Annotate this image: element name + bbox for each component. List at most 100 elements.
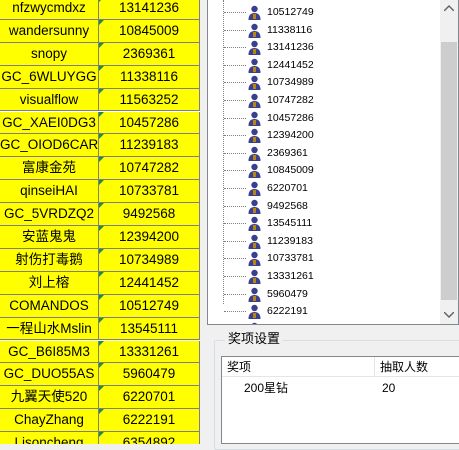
id-cell[interactable]: 12441452 [99,271,200,295]
tree-node[interactable]: 10845009 [208,162,440,180]
id-cell[interactable]: 10845009 [99,19,200,43]
scroll-up-button[interactable] [440,0,458,17]
id-value: 9492568 [122,206,176,222]
id-cell[interactable]: 13331261 [99,340,200,364]
id-value: 10733781 [118,183,180,199]
tree-connector [224,240,246,242]
id-cell[interactable]: 10733781 [99,180,200,204]
tree-node[interactable]: 10733781 [208,250,440,268]
column-header-prize[interactable]: 奖项 [222,357,375,377]
tree-node[interactable]: 11338116 [208,22,440,40]
tree-connector [224,117,246,119]
name-cell[interactable]: Lisoncheng [0,432,99,444]
sheet-row: GC_6WLUYGG 11338116 [0,65,200,89]
id-cell[interactable]: 6220701 [99,386,200,410]
tree-connector [224,311,246,313]
name-cell[interactable]: snopy [0,42,99,66]
scroll-thumb[interactable] [441,42,457,300]
comment-marker-icon [99,248,104,254]
prize-cell[interactable]: 200星钻 [244,379,288,397]
name-cell[interactable]: GC_OIOD6CAR [0,134,99,158]
id-cell[interactable]: 13545111 [99,317,200,341]
name-cell[interactable]: 九翼天使520 [0,386,99,410]
name-cell[interactable]: ChayZhang [0,409,99,433]
tree-node[interactable]: 10512749 [208,4,440,22]
id-cell[interactable]: 11239183 [99,134,200,158]
tree-scrollbar[interactable] [440,0,458,324]
tree-connector [224,276,246,277]
sheet-row: Lisoncheng 6354892 [0,432,200,444]
id-cell[interactable]: 10512749 [99,294,200,318]
id-cell[interactable]: 11563252 [99,88,200,112]
id-cell[interactable]: 10734989 [99,248,200,272]
sheet-row: GC_OIOD6CAR 11239183 [0,134,200,158]
user-group-icon [248,23,261,38]
name-cell[interactable]: GC_XAEI0DG3 [0,111,99,135]
id-cell[interactable]: 6354892 [99,432,200,444]
tree-connector [224,29,246,31]
id-cell[interactable]: 13141236 [99,0,200,20]
user-group-icon [248,146,261,161]
id-cell[interactable]: 11338116 [99,65,200,89]
id-cell[interactable]: 6222191 [99,409,200,433]
column-header-count[interactable]: 抽取人数 [375,357,459,377]
id-value: 13141236 [118,0,180,15]
tree-connector [224,205,246,207]
tree-node[interactable]: 2369361 [208,145,440,163]
id-cell[interactable]: 9492568 [99,203,200,226]
name-cell[interactable]: 安蓝鬼鬼 [0,226,99,249]
tree-node[interactable]: 6222191 [208,303,440,321]
sheet-row: 射伤打毒鹅 10734989 [0,248,200,272]
name-cell[interactable]: 射伤打毒鹅 [0,248,99,272]
name-cell[interactable]: GC_6WLUYGG [0,65,99,89]
id-value: 12441452 [118,274,180,290]
comment-marker-icon [99,42,104,48]
prize-settings-title: 奖项设置 [225,330,284,348]
tree-node-label: 12441452 [267,58,314,71]
tree-node[interactable]: 9492568 [208,198,440,216]
tree-node[interactable]: 12394200 [208,127,440,145]
name-cell[interactable]: COMANDOS [0,294,99,318]
name-cell[interactable]: 刘上榕 [0,271,99,295]
tree-node-label: 13331261 [267,270,314,282]
name-cell[interactable]: GC_5VRDZQ2 [0,203,99,226]
tree-connector [224,223,246,225]
tree-node-label: 11563252 [267,321,313,324]
id-cell[interactable]: 10457286 [99,111,200,135]
tree-node[interactable]: 13331261 [208,268,440,286]
tree-node[interactable]: 13141236 [208,39,440,57]
name-cell[interactable]: 富康金苑 [0,157,99,181]
tree-node[interactable]: 13545111 [208,215,440,233]
tree-node[interactable]: 10734989 [208,74,440,92]
tree-node[interactable]: 6220701 [208,180,440,198]
name-cell[interactable]: GC_DUO55AS [0,363,99,387]
id-cell[interactable]: 12394200 [99,226,200,249]
name-cell[interactable]: wandersunny [0,19,99,43]
id-value: 10734989 [118,251,180,267]
prize-table[interactable]: 奖项 抽取人数 200星钻 20 [221,356,459,444]
comment-marker-icon [99,317,104,323]
tree-node[interactable]: 5960479 [208,286,440,304]
id-cell[interactable]: 5960479 [99,363,200,387]
user-group-icon [248,199,261,214]
id-cell[interactable]: 2369361 [99,42,200,66]
name-cell[interactable]: nfzwycmdxz [0,0,99,20]
tree-connector [224,64,246,66]
name-cell[interactable]: visualflow [0,88,99,112]
tree-node[interactable]: 12441452 [208,57,440,75]
count-cell[interactable]: 20 [382,379,395,397]
id-value: 11239183 [119,137,179,153]
name-cell[interactable]: qinseiHAI [0,180,99,204]
scroll-down-button[interactable] [440,307,458,324]
name-cell[interactable]: GC_B6I85M3 [0,340,99,364]
sheet-row: ChayZhang 6222191 [0,409,200,433]
tree-node[interactable]: 10457286 [208,110,440,128]
id-value: 10845009 [118,22,180,38]
participant-tree[interactable]: 10512749 11338116 13141236 12441452 10734989… [207,0,459,325]
tree-node[interactable]: 11239183 [208,233,440,251]
id-cell[interactable]: 10747282 [99,157,200,181]
name-cell[interactable]: 一程山水Mslin [0,317,99,341]
tree-node[interactable]: 10747282 [208,92,440,110]
tree-node[interactable]: 11563252 [208,321,440,324]
chevron-up-icon [444,5,454,11]
